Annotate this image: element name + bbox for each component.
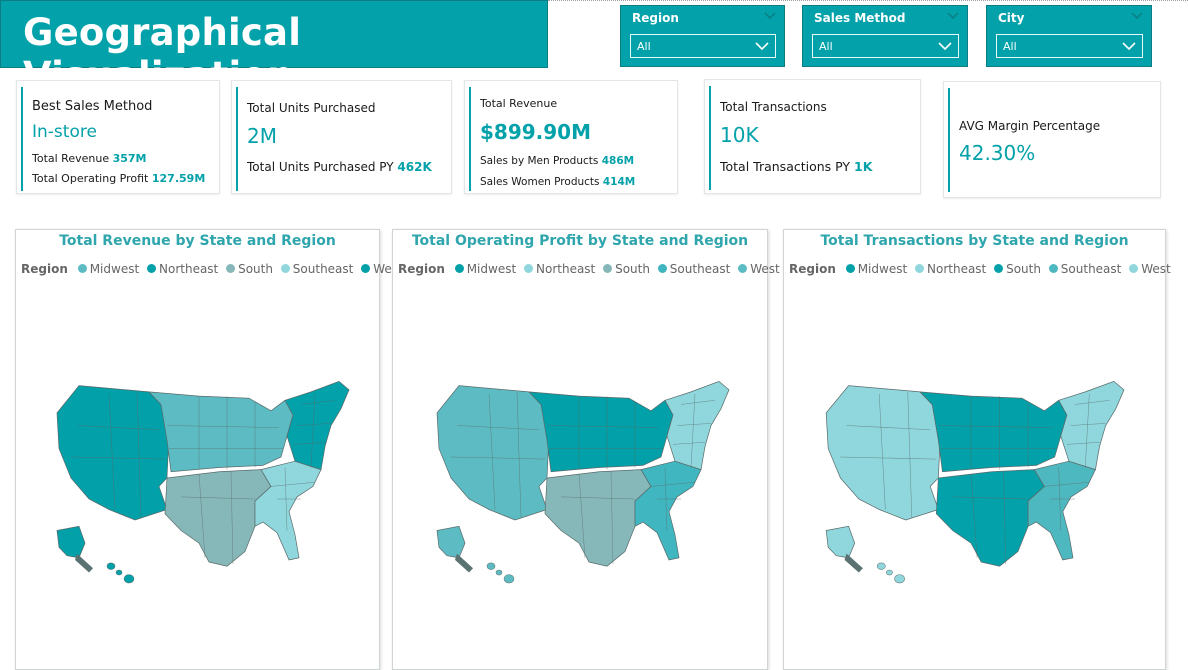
card-profit-line: Total Operating Profit 127.59M bbox=[32, 172, 205, 185]
collapse-chevron-icon[interactable] bbox=[764, 12, 776, 20]
total-transactions-card: Total Transactions 10K Total Transaction… bbox=[704, 79, 921, 194]
sales-method-dropdown[interactable]: All bbox=[812, 34, 959, 58]
hawaii-island-shape[interactable] bbox=[503, 574, 515, 584]
city-slicer-label: City bbox=[998, 11, 1025, 25]
revenue-map-panel: Total Revenue by State and Region Region… bbox=[15, 229, 403, 670]
alaska-islands-shape bbox=[455, 553, 473, 573]
card-value: 42.30% bbox=[959, 141, 1036, 165]
region-shape-southeast[interactable] bbox=[634, 460, 702, 561]
region-shape-northeast[interactable] bbox=[664, 380, 730, 471]
card-py-label: Total Units Purchased PY bbox=[247, 160, 394, 174]
alaska-shape[interactable] bbox=[436, 525, 466, 559]
avg-margin-card: AVG Margin Percentage 42.30% bbox=[943, 81, 1161, 198]
card-title: Total Units Purchased bbox=[247, 101, 376, 115]
card-py-value: 462K bbox=[397, 160, 432, 174]
card-py-line: Total Transactions PY 1K bbox=[720, 159, 872, 174]
card-accent-bar bbox=[236, 87, 238, 191]
region-slicer: Region All bbox=[620, 5, 785, 67]
sales-method-slicer-label: Sales Method bbox=[814, 11, 906, 25]
card-value: 10K bbox=[720, 123, 759, 147]
hawaii-island-shape[interactable] bbox=[894, 574, 905, 584]
region-shape-west[interactable] bbox=[56, 385, 170, 521]
card-title: Total Transactions bbox=[720, 100, 827, 114]
region-shape-southeast[interactable] bbox=[254, 460, 322, 561]
card-women-label: Sales Women Products bbox=[480, 176, 600, 188]
card-py-value: 1K bbox=[854, 159, 873, 174]
city-dropdown[interactable]: All bbox=[996, 34, 1143, 58]
region-shape-southeast[interactable] bbox=[1027, 460, 1096, 561]
card-men-line: Sales by Men Products 486M bbox=[480, 155, 634, 167]
alaska-islands-shape bbox=[75, 553, 93, 573]
card-py-label: Total Transactions PY bbox=[720, 159, 851, 174]
region-shape-midwest[interactable] bbox=[148, 391, 294, 473]
chevron-down-icon bbox=[1122, 42, 1136, 51]
hawaii-island-shape[interactable] bbox=[106, 562, 116, 570]
card-men-label: Sales by Men Products bbox=[480, 155, 599, 167]
card-revenue-label: Total Revenue bbox=[32, 152, 110, 165]
region-shape-northeast[interactable] bbox=[1058, 380, 1125, 471]
card-revenue-value: 357M bbox=[112, 152, 147, 165]
region-shape-midwest[interactable] bbox=[528, 391, 674, 473]
card-profit-label: Total Operating Profit bbox=[32, 172, 149, 185]
region-dropdown-value: All bbox=[637, 40, 651, 53]
card-accent-bar bbox=[469, 87, 471, 191]
canvas-edge-divider bbox=[548, 0, 1188, 1]
region-shape-northeast[interactable] bbox=[284, 380, 350, 471]
hawaii-island-shape[interactable] bbox=[115, 569, 123, 576]
title-banner: Geographical Visualization bbox=[0, 0, 548, 97]
hawaii-island-shape[interactable] bbox=[486, 562, 496, 570]
card-title: AVG Margin Percentage bbox=[959, 119, 1101, 133]
card-value: 2M bbox=[247, 124, 277, 148]
chevron-down-icon bbox=[755, 42, 769, 51]
region-slicer-label: Region bbox=[632, 11, 679, 25]
sales-method-slicer: Sales Method All bbox=[802, 5, 968, 67]
collapse-chevron-icon[interactable] bbox=[1131, 12, 1143, 20]
alaska-shape[interactable] bbox=[825, 525, 856, 559]
city-dropdown-value: All bbox=[1003, 40, 1017, 53]
map-states-group bbox=[825, 380, 1125, 584]
dashboard: Geographical Visualization Region All Sa… bbox=[0, 0, 1188, 670]
card-py-line: Total Units Purchased PY 462K bbox=[247, 160, 432, 174]
region-shape-midwest[interactable] bbox=[919, 391, 1068, 473]
card-profit-value: 127.59M bbox=[151, 172, 206, 185]
sales-method-dropdown-value: All bbox=[819, 40, 833, 53]
hawaii-island-shape[interactable] bbox=[123, 574, 135, 584]
alaska-islands-shape bbox=[844, 553, 863, 573]
card-women-line: Sales Women Products 414M bbox=[480, 176, 635, 188]
card-accent-bar bbox=[948, 88, 950, 192]
card-revenue-line: Total Revenue 357M bbox=[32, 152, 147, 165]
card-men-value: 486M bbox=[601, 155, 635, 167]
alaska-shape[interactable] bbox=[56, 525, 86, 559]
us-filled-map[interactable] bbox=[784, 230, 1167, 670]
card-accent-bar bbox=[709, 86, 711, 190]
card-accent-bar bbox=[21, 87, 23, 191]
region-dropdown[interactable]: All bbox=[630, 34, 776, 58]
total-revenue-card: Total Revenue $899.90M Sales by Men Prod… bbox=[464, 80, 678, 194]
map-states-group bbox=[436, 380, 730, 584]
hawaii-island-shape[interactable] bbox=[495, 569, 503, 576]
hawaii-island-shape[interactable] bbox=[876, 562, 886, 570]
total-units-card: Total Units Purchased 2M Total Units Pur… bbox=[231, 80, 452, 194]
collapse-chevron-icon[interactable] bbox=[947, 12, 959, 20]
map-states-group bbox=[56, 380, 350, 584]
transactions-map-panel: Total Transactions by State and Region R… bbox=[783, 229, 1171, 670]
card-women-value: 414M bbox=[602, 176, 636, 188]
us-filled-map[interactable] bbox=[393, 230, 769, 670]
card-title: Best Sales Method bbox=[32, 99, 153, 114]
operating-profit-map-panel: Total Operating Profit by State and Regi… bbox=[392, 229, 780, 670]
card-value: In-store bbox=[32, 122, 97, 142]
chevron-down-icon bbox=[938, 42, 952, 51]
us-filled-map[interactable] bbox=[16, 230, 381, 670]
card-title: Total Revenue bbox=[480, 97, 558, 110]
city-slicer: City All bbox=[986, 5, 1152, 67]
region-shape-west[interactable] bbox=[825, 385, 941, 521]
best-sales-method-card: Best Sales Method In-store Total Revenue… bbox=[16, 80, 220, 194]
region-shape-west[interactable] bbox=[436, 385, 550, 521]
card-value: $899.90M bbox=[480, 120, 591, 144]
hawaii-island-shape[interactable] bbox=[886, 569, 893, 576]
